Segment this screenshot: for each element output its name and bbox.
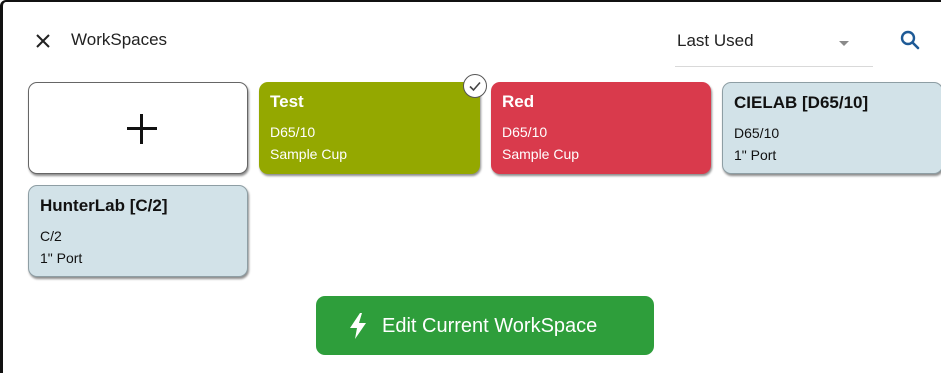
workspace-illuminant: D65/10 (734, 125, 780, 141)
search-icon[interactable] (899, 29, 921, 51)
workspace-illuminant: C/2 (40, 228, 62, 244)
plus-icon-stem (140, 114, 143, 144)
workspace-card-red[interactable]: Red D65/10 Sample Cup (491, 82, 711, 174)
caret-down-icon (839, 41, 849, 46)
workspace-illuminant: D65/10 (270, 124, 316, 140)
workspace-name: CIELAB [D65/10] (734, 93, 869, 112)
workspace-card-hunterlab[interactable]: HunterLab [C/2] C/2 1" Port (28, 185, 248, 277)
page-title: WorkSpaces (71, 30, 168, 49)
workspace-accessory: 1" Port (40, 250, 83, 266)
workspace-illuminant: D65/10 (502, 124, 548, 140)
workspace-name: Test (270, 92, 304, 111)
workspace-card-cielab[interactable]: CIELAB [D65/10] D65/10 1" Port (722, 82, 941, 174)
edit-button-label: Edit Current WorkSpace (382, 315, 598, 337)
sort-selected-value: Last Used (677, 31, 754, 50)
workspace-card-test[interactable]: Test D65/10 Sample Cup (259, 74, 487, 174)
add-workspace-button[interactable] (28, 82, 248, 174)
workspace-accessory: Sample Cup (270, 146, 348, 162)
selected-badge (463, 74, 487, 98)
close-icon[interactable] (33, 31, 53, 51)
sort-dropdown[interactable]: Last Used (675, 22, 873, 67)
lightning-bolt-icon (350, 313, 366, 339)
workspace-accessory: 1" Port (734, 147, 777, 163)
check-icon (469, 81, 481, 92)
panel-header: WorkSpaces Last Used (3, 2, 941, 68)
workspace-name: Red (502, 92, 535, 111)
edit-current-workspace-button[interactable]: Edit Current WorkSpace (316, 296, 654, 355)
workspaces-panel: WorkSpaces Last Used Test D65/10 Sample … (0, 0, 941, 373)
workspace-name: HunterLab [C/2] (40, 196, 168, 215)
workspace-accessory: Sample Cup (502, 146, 580, 162)
